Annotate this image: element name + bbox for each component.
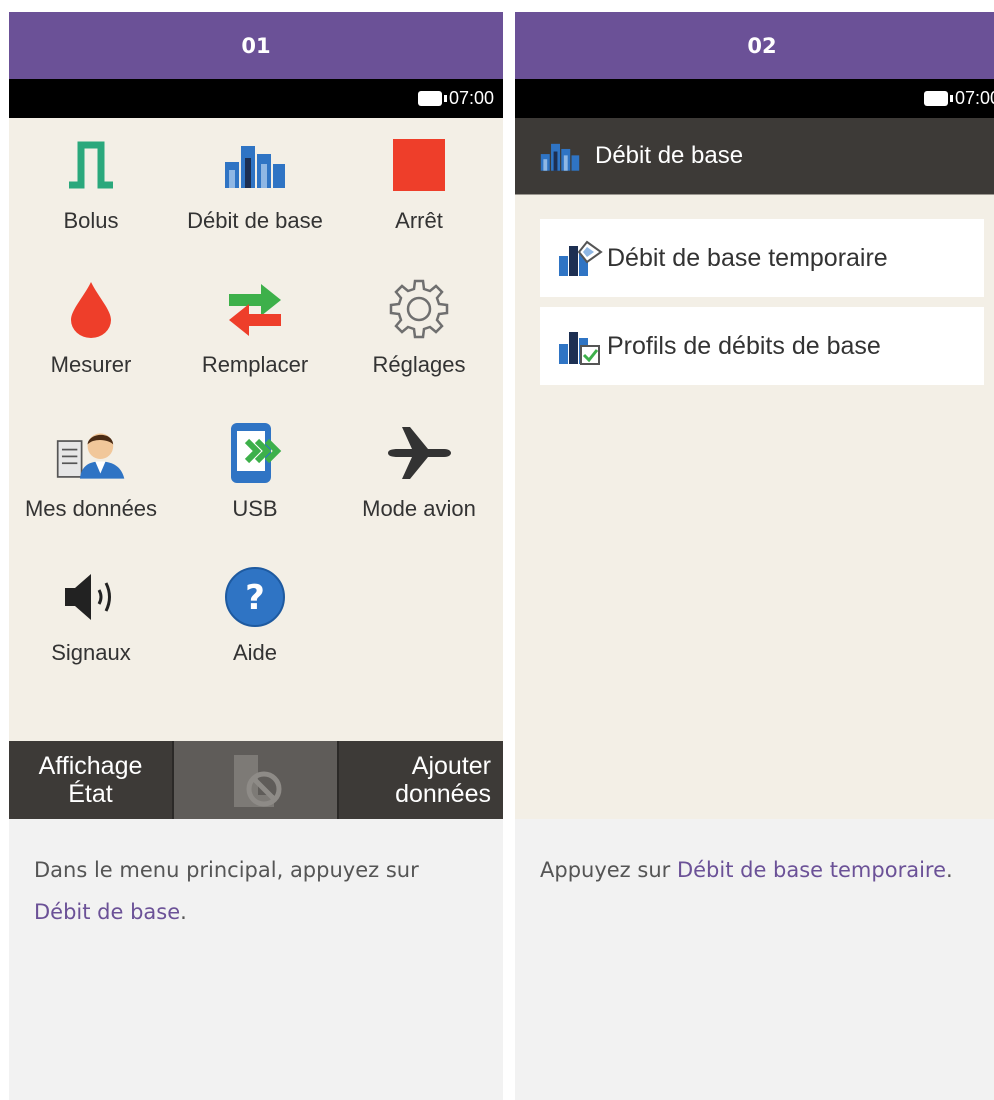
main-menu-grid: Bolus Débit de base Arrêt Mesurer Rempla… (9, 118, 503, 741)
bolus-icon (56, 130, 126, 200)
menu-measure[interactable]: Mesurer (9, 262, 173, 382)
blood-drop-icon (56, 274, 126, 344)
screen-title: Débit de base (595, 142, 744, 169)
temp-basal-icon (559, 240, 603, 276)
menu-basal-profiles[interactable]: Profils de débits de base (540, 307, 984, 385)
bottom-action-bar: Affichage État Ajouter données (9, 741, 503, 819)
menu-signals[interactable]: Signaux (9, 550, 173, 670)
status-display-button[interactable]: Affichage État (9, 741, 174, 819)
step-caption: Appuyez sur Débit de base temporaire. (540, 858, 953, 882)
menu-airplane-mode[interactable]: Mode avion (337, 406, 501, 526)
add-data-button[interactable]: Ajouter données (339, 741, 503, 819)
status-bar: 07:00 (9, 79, 503, 118)
menu-basal-rate[interactable]: Débit de base (173, 118, 337, 238)
basal-rate-icon (220, 130, 290, 200)
menu-stop[interactable]: Arrêt (337, 118, 501, 238)
menu-replace[interactable]: Remplacer (173, 262, 337, 382)
help-icon: ? (220, 562, 290, 632)
replace-arrows-icon (220, 274, 290, 344)
menu-my-data[interactable]: Mes données (9, 406, 173, 526)
status-time: 07:00 (954, 88, 994, 108)
menu-settings[interactable]: Réglages (337, 262, 501, 382)
basal-rate-icon (540, 143, 580, 171)
battery-icon (417, 91, 447, 106)
menu-temp-basal-rate[interactable]: Débit de base temporaire (540, 219, 984, 297)
basal-profiles-icon (559, 332, 600, 365)
step-panel-01: 01 07:00 Bolus Débit de base Arrêt Mesur… (9, 12, 503, 1100)
status-time: 07:00 (448, 88, 494, 108)
stop-icon (384, 130, 454, 200)
speaker-icon (56, 562, 126, 632)
menu-help[interactable]: ? Aide (173, 550, 337, 670)
svg-text:?: ? (245, 578, 265, 618)
caption-link[interactable]: Débit de base (34, 900, 180, 924)
pump-screen-main-menu: 07:00 Bolus Débit de base Arrêt Mesurer … (9, 79, 503, 819)
pump-screen-basal-menu: 07:00 Débit de base Débit de bas (515, 79, 994, 819)
usb-icon (220, 418, 290, 488)
battery-icon (923, 91, 953, 106)
step-header: 02 (515, 12, 994, 79)
pump-disabled-button[interactable] (174, 741, 339, 819)
caption-link[interactable]: Débit de base temporaire (677, 858, 946, 882)
step-caption: Dans le menu principal, appuyez sur Débi… (34, 858, 419, 924)
step-header: 01 (9, 12, 503, 79)
gear-icon (384, 274, 454, 344)
menu-usb[interactable]: USB (173, 406, 337, 526)
menu-bolus[interactable]: Bolus (9, 118, 173, 238)
airplane-icon (384, 418, 454, 488)
step-panel-02: 02 07:00 Débit de base (515, 12, 994, 1100)
pump-disabled-icon (233, 755, 281, 807)
status-bar: 07:00 (515, 79, 994, 118)
screen-title-bar: Débit de base (515, 118, 994, 195)
my-data-icon (56, 418, 126, 488)
